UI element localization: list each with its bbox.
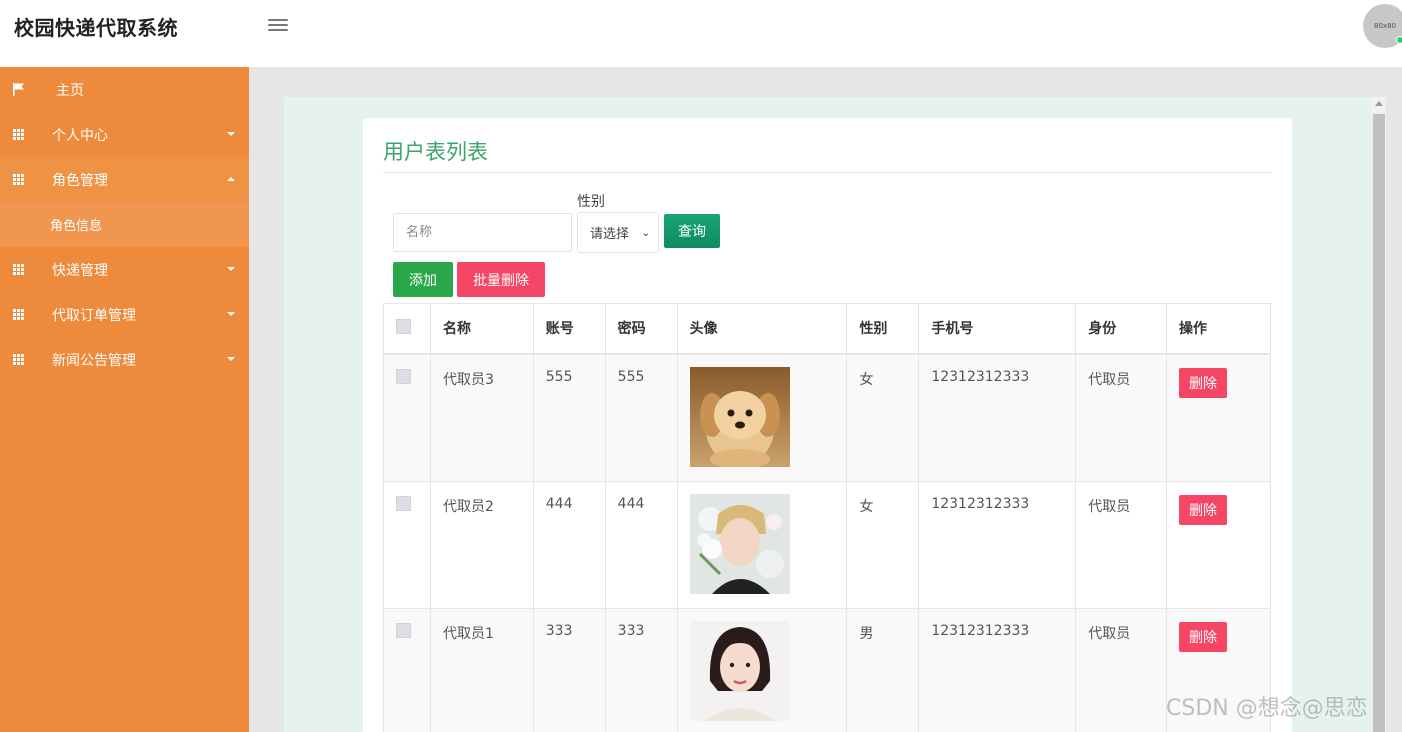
sidebar-item-label: 角色管理: [52, 172, 108, 189]
grid-icon: [13, 309, 26, 320]
header-select-all: [383, 303, 431, 355]
vertical-scrollbar[interactable]: [1372, 97, 1386, 732]
sidebar-item-home[interactable]: 主页: [0, 67, 249, 112]
scroll-up-icon[interactable]: [1375, 101, 1383, 106]
name-cell: 代取员2: [429, 480, 534, 609]
phone-cell: 12312312333: [918, 353, 1077, 482]
grid-icon: [13, 174, 26, 185]
top-bar: 校园快递代取系统 80x80: [0, 0, 1402, 67]
menu-toggle-icon[interactable]: [268, 16, 288, 34]
user-table: 名称 账号 密码 头像 性别 手机号 身份 操作 代取员3 555 555 女 …: [383, 303, 1271, 732]
column-header: 手机号: [918, 303, 1077, 355]
avatar-cell: [676, 353, 848, 482]
phone-cell: 12312312333: [918, 607, 1077, 732]
row-select-cell: [383, 607, 431, 732]
sidebar-item-personal-center[interactable]: 个人中心: [0, 112, 249, 157]
scroll-thumb[interactable]: [1373, 114, 1385, 732]
column-header: 身份: [1075, 303, 1168, 355]
delete-button[interactable]: 删除: [1179, 494, 1228, 525]
chevron-down-icon: ⌄: [641, 228, 650, 239]
app-title: 校园快递代取系统: [14, 16, 178, 40]
account-cell: 444: [532, 480, 606, 609]
avatar-cell: [676, 607, 848, 732]
account-cell: 555: [532, 353, 606, 482]
grid-icon: [13, 354, 26, 365]
role-cell: 代取员: [1075, 607, 1168, 732]
sidebar-item-news-management[interactable]: 新闻公告管理: [0, 337, 249, 382]
gender-select-value: 请选择: [590, 227, 630, 242]
sidebar-subitem-label: 角色信息: [50, 219, 103, 234]
query-button[interactable]: 查询: [664, 214, 720, 248]
table-row: 代取员2 444 444 女 12312312333 代取员 删除: [383, 480, 1271, 609]
role-cell: 代取员: [1075, 353, 1168, 482]
row-select-cell: [383, 480, 431, 609]
account-cell: 333: [532, 607, 606, 732]
chevron-down-icon: [227, 132, 235, 136]
add-button[interactable]: 添加: [393, 262, 453, 297]
column-header: 密码: [604, 303, 678, 355]
chevron-down-icon: [227, 312, 235, 316]
name-cell: 代取员3: [429, 353, 534, 482]
sidebar-item-label: 个人中心: [52, 127, 108, 144]
batch-delete-button[interactable]: 批量删除: [457, 262, 545, 297]
row-checkbox[interactable]: [396, 368, 411, 384]
gender-cell: 女: [846, 480, 920, 609]
puppy-avatar-image: [689, 366, 790, 467]
phone-cell: 12312312333: [918, 480, 1077, 609]
sidebar-item-label: 快递管理: [52, 262, 108, 279]
sidebar-item-express-management[interactable]: 快递管理: [0, 247, 249, 292]
delete-button[interactable]: 删除: [1179, 621, 1228, 652]
column-header: 操作: [1166, 303, 1271, 355]
action-cell: 删除: [1166, 480, 1271, 609]
man-with-flowers-avatar-image: [689, 493, 790, 594]
sidebar-item-pickup-order-management[interactable]: 代取订单管理: [0, 292, 249, 337]
column-header: 账号: [532, 303, 606, 355]
action-cell: 删除: [1166, 353, 1271, 482]
chevron-down-icon: [227, 267, 235, 271]
sidebar-item-role-management[interactable]: 角色管理: [0, 157, 249, 202]
password-cell: 444: [604, 480, 678, 609]
grid-icon: [13, 129, 26, 140]
name-cell: 代取员1: [429, 607, 534, 732]
watermark: CSDN @想念@思恋: [1166, 696, 1368, 721]
table-header-row: 名称 账号 密码 头像 性别 手机号 身份 操作: [383, 303, 1271, 355]
flag-icon: [13, 83, 24, 96]
gender-cell: 女: [846, 353, 920, 482]
column-header: 性别: [846, 303, 920, 355]
row-checkbox[interactable]: [396, 622, 411, 638]
gender-cell: 男: [846, 607, 920, 732]
grid-icon: [13, 264, 26, 275]
row-select-cell: [383, 353, 431, 482]
sidebar-subitem-role-info[interactable]: 角色信息: [0, 202, 249, 247]
column-header: 头像: [676, 303, 848, 355]
select-all-checkbox[interactable]: [396, 318, 411, 334]
gender-select[interactable]: 请选择 ⌄: [577, 212, 659, 253]
role-cell: 代取员: [1075, 480, 1168, 609]
sidebar-item-label: 代取订单管理: [52, 307, 136, 324]
sidebar-item-label: 新闻公告管理: [52, 352, 136, 369]
password-cell: 333: [604, 607, 678, 732]
name-search-input[interactable]: [393, 213, 572, 252]
user-list-card: 用户表列表 性别 请选择 ⌄ 查询 添加 批量删除 名称 账号 密码 头像 性别…: [363, 118, 1292, 732]
row-checkbox[interactable]: [396, 495, 411, 511]
chevron-down-icon: [227, 357, 235, 361]
sidebar: 主页 个人中心 角色管理 角色信息 快递管理 代取订单管理 新闻公告管理: [0, 67, 249, 732]
table-row: 代取员1 333 333 男 12312312333 代取员 删除: [383, 607, 1271, 732]
password-cell: 555: [604, 353, 678, 482]
woman-portrait-avatar-image: [689, 620, 790, 721]
page-title: 用户表列表: [383, 140, 488, 164]
title-divider: [383, 172, 1271, 173]
sidebar-item-label: 主页: [56, 82, 84, 99]
gender-label: 性别: [577, 194, 605, 210]
online-status-dot: [1396, 36, 1402, 44]
chevron-up-icon: [227, 177, 235, 181]
column-header: 名称: [429, 303, 534, 355]
delete-button[interactable]: 删除: [1179, 367, 1228, 398]
avatar-cell: [676, 480, 848, 609]
table-row: 代取员3 555 555 女 12312312333 代取员 删除: [383, 353, 1271, 482]
